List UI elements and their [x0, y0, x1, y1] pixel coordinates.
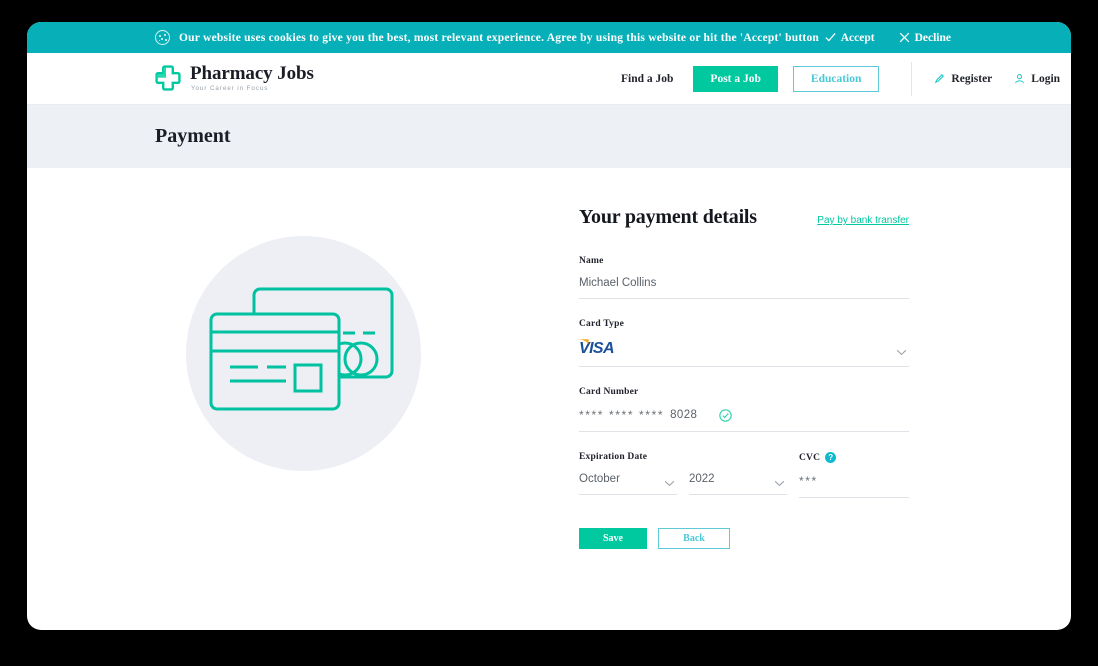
- page-title: Payment: [155, 125, 231, 147]
- logo-title: Pharmacy Jobs: [190, 63, 314, 85]
- page-canvas: Our website uses cookies to give you the…: [27, 22, 1071, 630]
- check-circle-icon: [719, 408, 733, 422]
- card-type-field-group: Card Type VISA: [578, 319, 909, 367]
- pencil-icon: [935, 74, 945, 84]
- back-button[interactable]: Back: [658, 528, 730, 549]
- nav-find-a-job[interactable]: Find a Job: [607, 73, 687, 85]
- illustration-column: [27, 206, 579, 549]
- form-header: Your payment details Pay by bank transfe…: [579, 206, 909, 229]
- illustration-backdrop: [185, 236, 421, 471]
- expiration-label: Expiration Date: [579, 452, 648, 462]
- expiration-group: Expiration Date October 2022: [579, 452, 787, 498]
- expiration-month-value: October: [579, 473, 620, 485]
- cvc-field-group: CVC ? ***: [787, 452, 909, 498]
- cookie-message: Our website uses cookies to give you the…: [179, 31, 820, 44]
- cookie-decline-label: Decline: [914, 31, 951, 44]
- expiration-year-spacer: [689, 452, 787, 462]
- save-button[interactable]: Save: [579, 528, 647, 549]
- visa-swoosh-icon: [578, 339, 589, 344]
- question-mark-icon[interactable]: ?: [825, 452, 837, 463]
- form-heading: Your payment details: [579, 206, 757, 228]
- cookie-icon: [155, 30, 170, 45]
- card-type-select[interactable]: VISA: [578, 339, 909, 367]
- page-content: Your payment details Pay by bank transfe…: [27, 168, 1071, 549]
- card-number-field-group: Card Number **** **** **** 8028: [579, 387, 909, 432]
- cookie-decline-button[interactable]: Decline: [899, 32, 951, 44]
- credit-cards-icon: [209, 287, 394, 410]
- name-field-group: Name: [579, 256, 909, 299]
- cvc-input-line[interactable]: ***: [799, 474, 909, 498]
- user-icon: [1015, 74, 1025, 84]
- nav-links: Find a Job Post a Job Education Register…: [607, 53, 1071, 104]
- site-logo[interactable]: Pharmacy Jobs Your Career in Focus: [155, 64, 314, 92]
- expiration-month-field: Expiration Date October: [579, 452, 677, 498]
- cookie-accept-button[interactable]: Accept: [825, 32, 875, 44]
- nav-education-button[interactable]: Education: [792, 65, 880, 92]
- chevron-down-icon: [774, 480, 785, 487]
- card-number-input-line[interactable]: **** **** **** 8028: [579, 408, 909, 432]
- pay-by-bank-transfer-link[interactable]: Pay by bank transfer: [817, 215, 909, 226]
- payment-form: Your payment details Pay by bank transfe…: [578, 206, 909, 549]
- cookie-accept-label: Accept: [840, 31, 875, 44]
- name-label: Name: [579, 256, 604, 266]
- expiration-year-select[interactable]: 2022: [689, 473, 787, 495]
- cookie-message-group: Our website uses cookies to give you the…: [155, 30, 819, 45]
- form-actions: Save Back: [579, 528, 909, 549]
- cvc-masked-value: ***: [799, 474, 818, 488]
- nav-register-label: Register: [951, 72, 993, 85]
- chevron-down-icon: [664, 480, 675, 487]
- main-navigation: Pharmacy Jobs Your Career in Focus Find …: [27, 53, 1071, 105]
- card-number-label: Card Number: [579, 387, 639, 397]
- card-number-last4: 8028: [670, 409, 698, 421]
- nav-register[interactable]: Register: [934, 73, 992, 85]
- cookie-actions: Accept Decline: [825, 32, 951, 44]
- cvc-label-row: CVC ?: [799, 452, 909, 463]
- close-icon: [899, 32, 909, 43]
- logo-text: Pharmacy Jobs Your Career in Focus: [190, 64, 314, 92]
- name-input-line: [579, 277, 909, 299]
- expiration-year-value: 2022: [689, 473, 715, 485]
- check-icon: [825, 33, 836, 42]
- expiration-year-field: 2022: [689, 452, 787, 498]
- page-title-band: Payment: [27, 105, 1071, 168]
- logo-tagline: Your Career in Focus: [191, 85, 269, 93]
- cvc-label: CVC: [799, 452, 821, 463]
- card-number-masked: **** **** ****: [579, 408, 665, 422]
- nav-login[interactable]: Login: [1014, 73, 1060, 85]
- nav-login-label: Login: [1031, 72, 1061, 85]
- expiration-month-select[interactable]: October: [579, 473, 677, 495]
- nav-post-a-job-button[interactable]: Post a Job: [693, 65, 778, 92]
- chevron-down-icon: [896, 349, 907, 356]
- cookie-consent-banner: Our website uses cookies to give you the…: [27, 22, 1071, 53]
- visa-logo: VISA: [578, 339, 625, 357]
- expiry-cvc-row: Expiration Date October 2022 CVC ? ***: [579, 452, 909, 498]
- nav-divider: [911, 61, 913, 96]
- card-type-label: Card Type: [579, 319, 624, 329]
- pharmacy-cross-icon: [155, 65, 181, 92]
- name-input[interactable]: [579, 277, 909, 289]
